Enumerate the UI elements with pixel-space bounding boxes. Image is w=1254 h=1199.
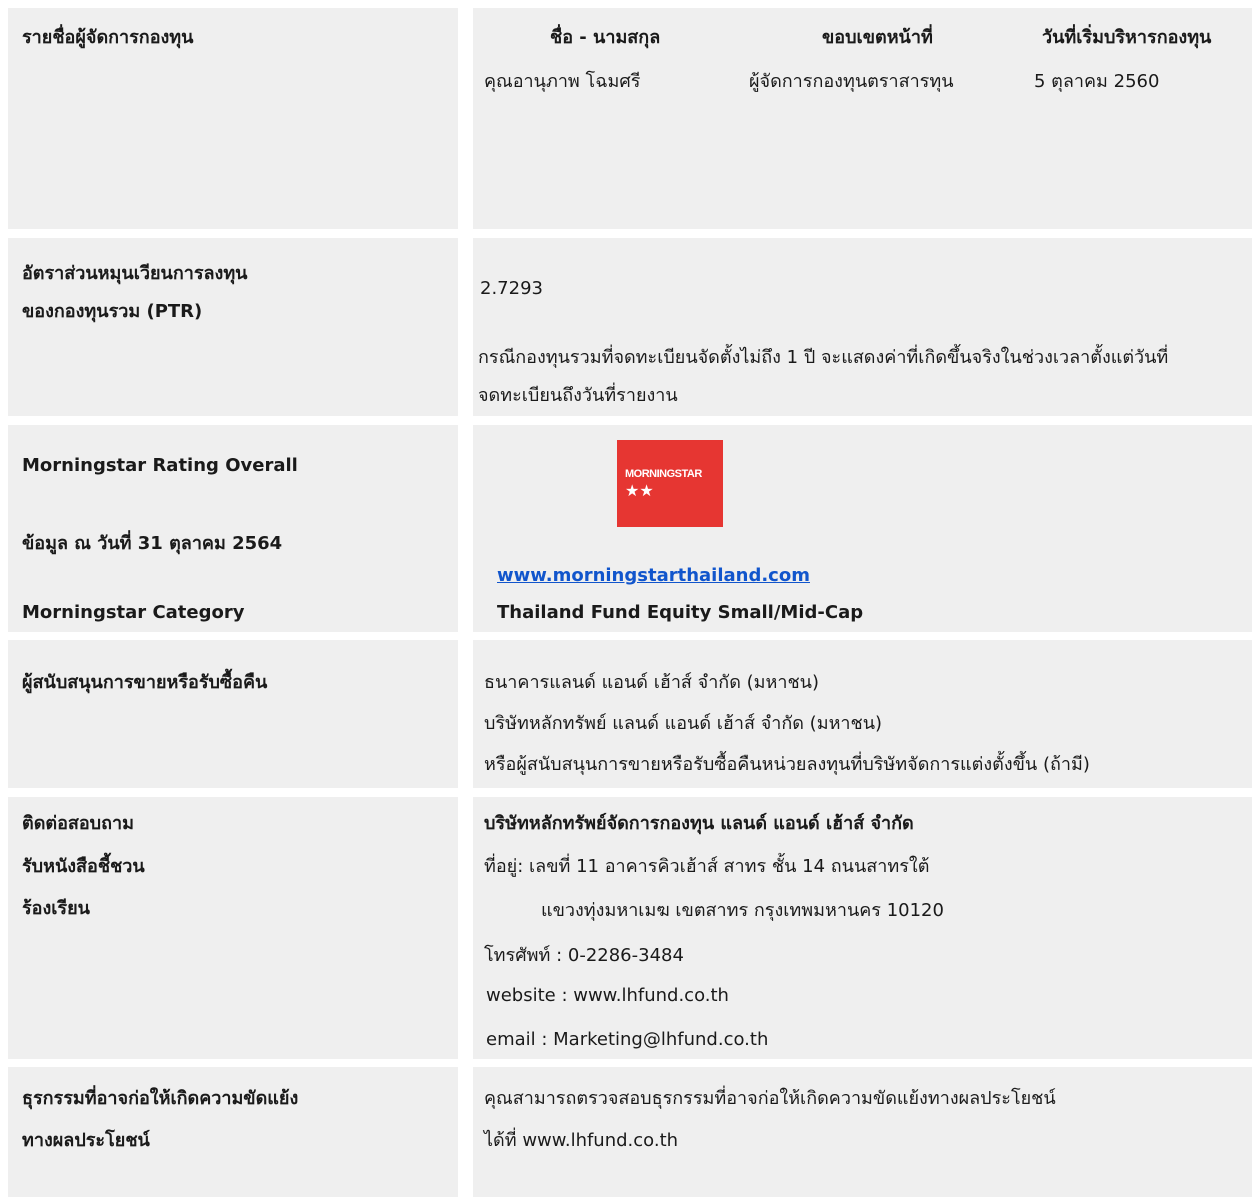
contact-address-line1: ที่อยู่: เลขที่ 11 อาคารคิวเฮ้าส์ สาทร ช… xyxy=(484,856,930,877)
manager-name: คุณอานุภาพ โฉมศรี xyxy=(484,71,641,92)
managers-label: รายชื่อผู้จัดการกองทุน xyxy=(22,27,194,48)
morningstar-logo-text: MORNINGSTAR xyxy=(625,468,702,480)
ptr-label-line1: อัตราส่วนหมุนเวียนการลงทุน xyxy=(22,263,248,284)
contact-email: email : Marketing@lhfund.co.th xyxy=(486,1029,769,1050)
morningstar-rating-logo: MORNINGSTAR ★★ xyxy=(617,440,723,527)
managers-col-start: วันที่เริ่มบริหารกองทุน xyxy=(1042,27,1212,48)
ptr-note-line1: กรณีกองทุนรวมที่จดทะเบียนจัดตั้งไม่ถึง 1… xyxy=(478,347,1169,368)
distributor-line-1: ธนาคารแลนด์ แอนด์ เฮ้าส์ จำกัด (มหาชน) xyxy=(484,672,820,693)
morningstar-as-of-label: ข้อมูล ณ วันที่ 31 ตุลาคม 2564 xyxy=(22,533,283,554)
conflict-label-line1: ธุรกรรมที่อาจก่อให้เกิดความขัดแย้ง xyxy=(22,1088,299,1109)
conflict-text-line2: ได้ที่ www.lhfund.co.th xyxy=(484,1130,679,1151)
star-rating-icon: ★★ xyxy=(625,481,654,500)
contact-address-line2: แขวงทุ่งมหาเมฆ เขตสาทร กรุงเทพมหานคร 101… xyxy=(541,900,944,921)
contact-label-prospectus: รับหนังสือชี้ชวน xyxy=(22,856,145,877)
managers-col-scope: ขอบเขตหน้าที่ xyxy=(822,27,933,48)
morningstar-website-link[interactable]: www.morningstarthailand.com xyxy=(497,565,810,586)
morningstar-rating-label: Morningstar Rating Overall xyxy=(22,455,298,476)
morningstar-website-wrap: www.morningstarthailand.com xyxy=(497,565,810,586)
contact-label-complaint: ร้องเรียน xyxy=(22,898,90,919)
morningstar-category-value: Thailand Fund Equity Small/Mid-Cap xyxy=(497,602,864,623)
ptr-value: 2.7293 xyxy=(480,278,543,299)
manager-start-date: 5 ตุลาคม 2560 xyxy=(1034,71,1160,92)
manager-scope: ผู้จัดการกองทุนตราสารทุน xyxy=(749,71,954,92)
distributor-line-3: หรือผู้สนับสนุนการขายหรือรับซื้อคืนหน่วย… xyxy=(484,754,1090,775)
ptr-note-line2: จดทะเบียนถึงวันที่รายงาน xyxy=(478,385,678,406)
distributors-label-cell xyxy=(8,640,458,788)
contact-website: website : www.lhfund.co.th xyxy=(486,985,729,1006)
distributor-line-2: บริษัทหลักทรัพย์ แลนด์ แอนด์ เฮ้าส์ จำกั… xyxy=(484,713,883,734)
morningstar-content-cell xyxy=(473,425,1252,632)
conflict-text-line1: คุณสามารถตรวจสอบธุรกรรมที่อาจก่อให้เกิดค… xyxy=(484,1088,1056,1109)
contact-phone: โทรศัพท์ : 0-2286-3484 xyxy=(484,945,684,966)
managers-col-name: ชื่อ - นามสกุล xyxy=(550,27,661,48)
ptr-label-line2: ของกองทุนรวม (PTR) xyxy=(22,301,203,322)
morningstar-category-label: Morningstar Category xyxy=(22,602,245,623)
contact-company: บริษัทหลักทรัพย์จัดการกองทุน แลนด์ แอนด์… xyxy=(484,813,914,834)
distributors-label: ผู้สนับสนุนการขายหรือรับซื้อคืน xyxy=(22,672,268,693)
conflict-label-line2: ทางผลประโยชน์ xyxy=(22,1130,150,1151)
contact-label-inquiry: ติดต่อสอบถาม xyxy=(22,813,134,834)
